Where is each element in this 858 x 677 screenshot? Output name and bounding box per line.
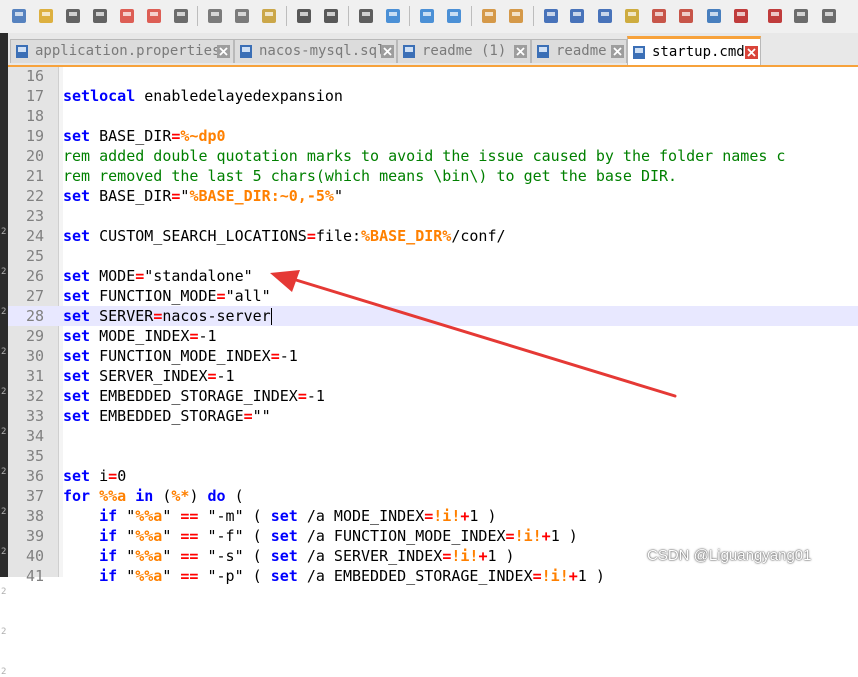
strip-mark: 2 (1, 627, 7, 637)
strip-mark: 2 (1, 667, 7, 677)
annotation-arrow (270, 270, 677, 398)
strip-mark: 2 (1, 587, 7, 597)
watermark: CSDN @Liguangyang01 (647, 547, 812, 564)
